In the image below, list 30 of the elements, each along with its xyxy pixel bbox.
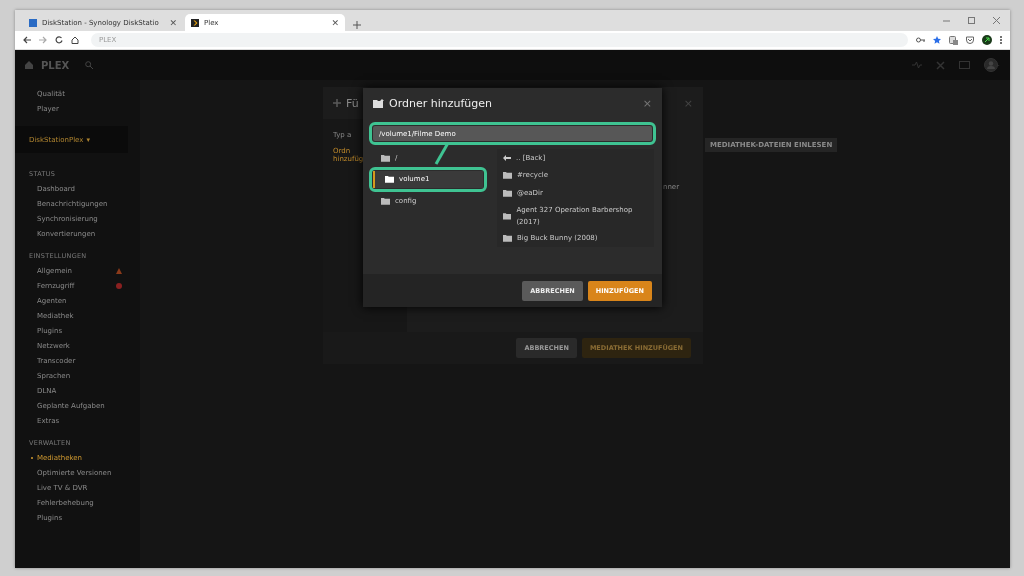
plus-icon bbox=[333, 99, 341, 107]
folder-icon bbox=[503, 211, 512, 220]
avatar-icon[interactable] bbox=[984, 58, 1000, 72]
extension-icon[interactable] bbox=[949, 35, 958, 45]
folder-icon bbox=[381, 153, 390, 162]
close-tab-button[interactable]: ✕ bbox=[169, 17, 177, 28]
home-icon[interactable] bbox=[71, 36, 79, 44]
pocket-icon[interactable] bbox=[966, 36, 974, 44]
close-icon[interactable]: × bbox=[642, 96, 652, 110]
dialog-title: Fü bbox=[346, 96, 359, 110]
folder-icon bbox=[385, 175, 394, 184]
minimize-icon[interactable] bbox=[943, 17, 950, 24]
site-icon bbox=[29, 18, 37, 27]
search-icon[interactable] bbox=[85, 61, 94, 69]
close-tab-button[interactable]: ✕ bbox=[331, 17, 339, 28]
folder-icon bbox=[381, 196, 390, 205]
close-icon[interactable] bbox=[993, 17, 1000, 24]
folder-add-icon bbox=[373, 98, 384, 108]
forward-arrow-icon[interactable] bbox=[39, 36, 47, 44]
reload-icon[interactable] bbox=[55, 36, 63, 44]
dialog-title: Ordner hinzufügen bbox=[389, 96, 493, 110]
key-icon[interactable] bbox=[916, 37, 925, 43]
new-tab-icon[interactable] bbox=[353, 21, 361, 29]
profile-icon[interactable] bbox=[982, 35, 992, 45]
back-arrow-icon bbox=[503, 154, 511, 161]
site-icon bbox=[191, 18, 199, 27]
folder-icon bbox=[503, 234, 512, 243]
back-arrow-icon[interactable] bbox=[23, 36, 31, 44]
star-icon[interactable] bbox=[933, 36, 941, 44]
maximize-icon[interactable] bbox=[968, 17, 975, 24]
